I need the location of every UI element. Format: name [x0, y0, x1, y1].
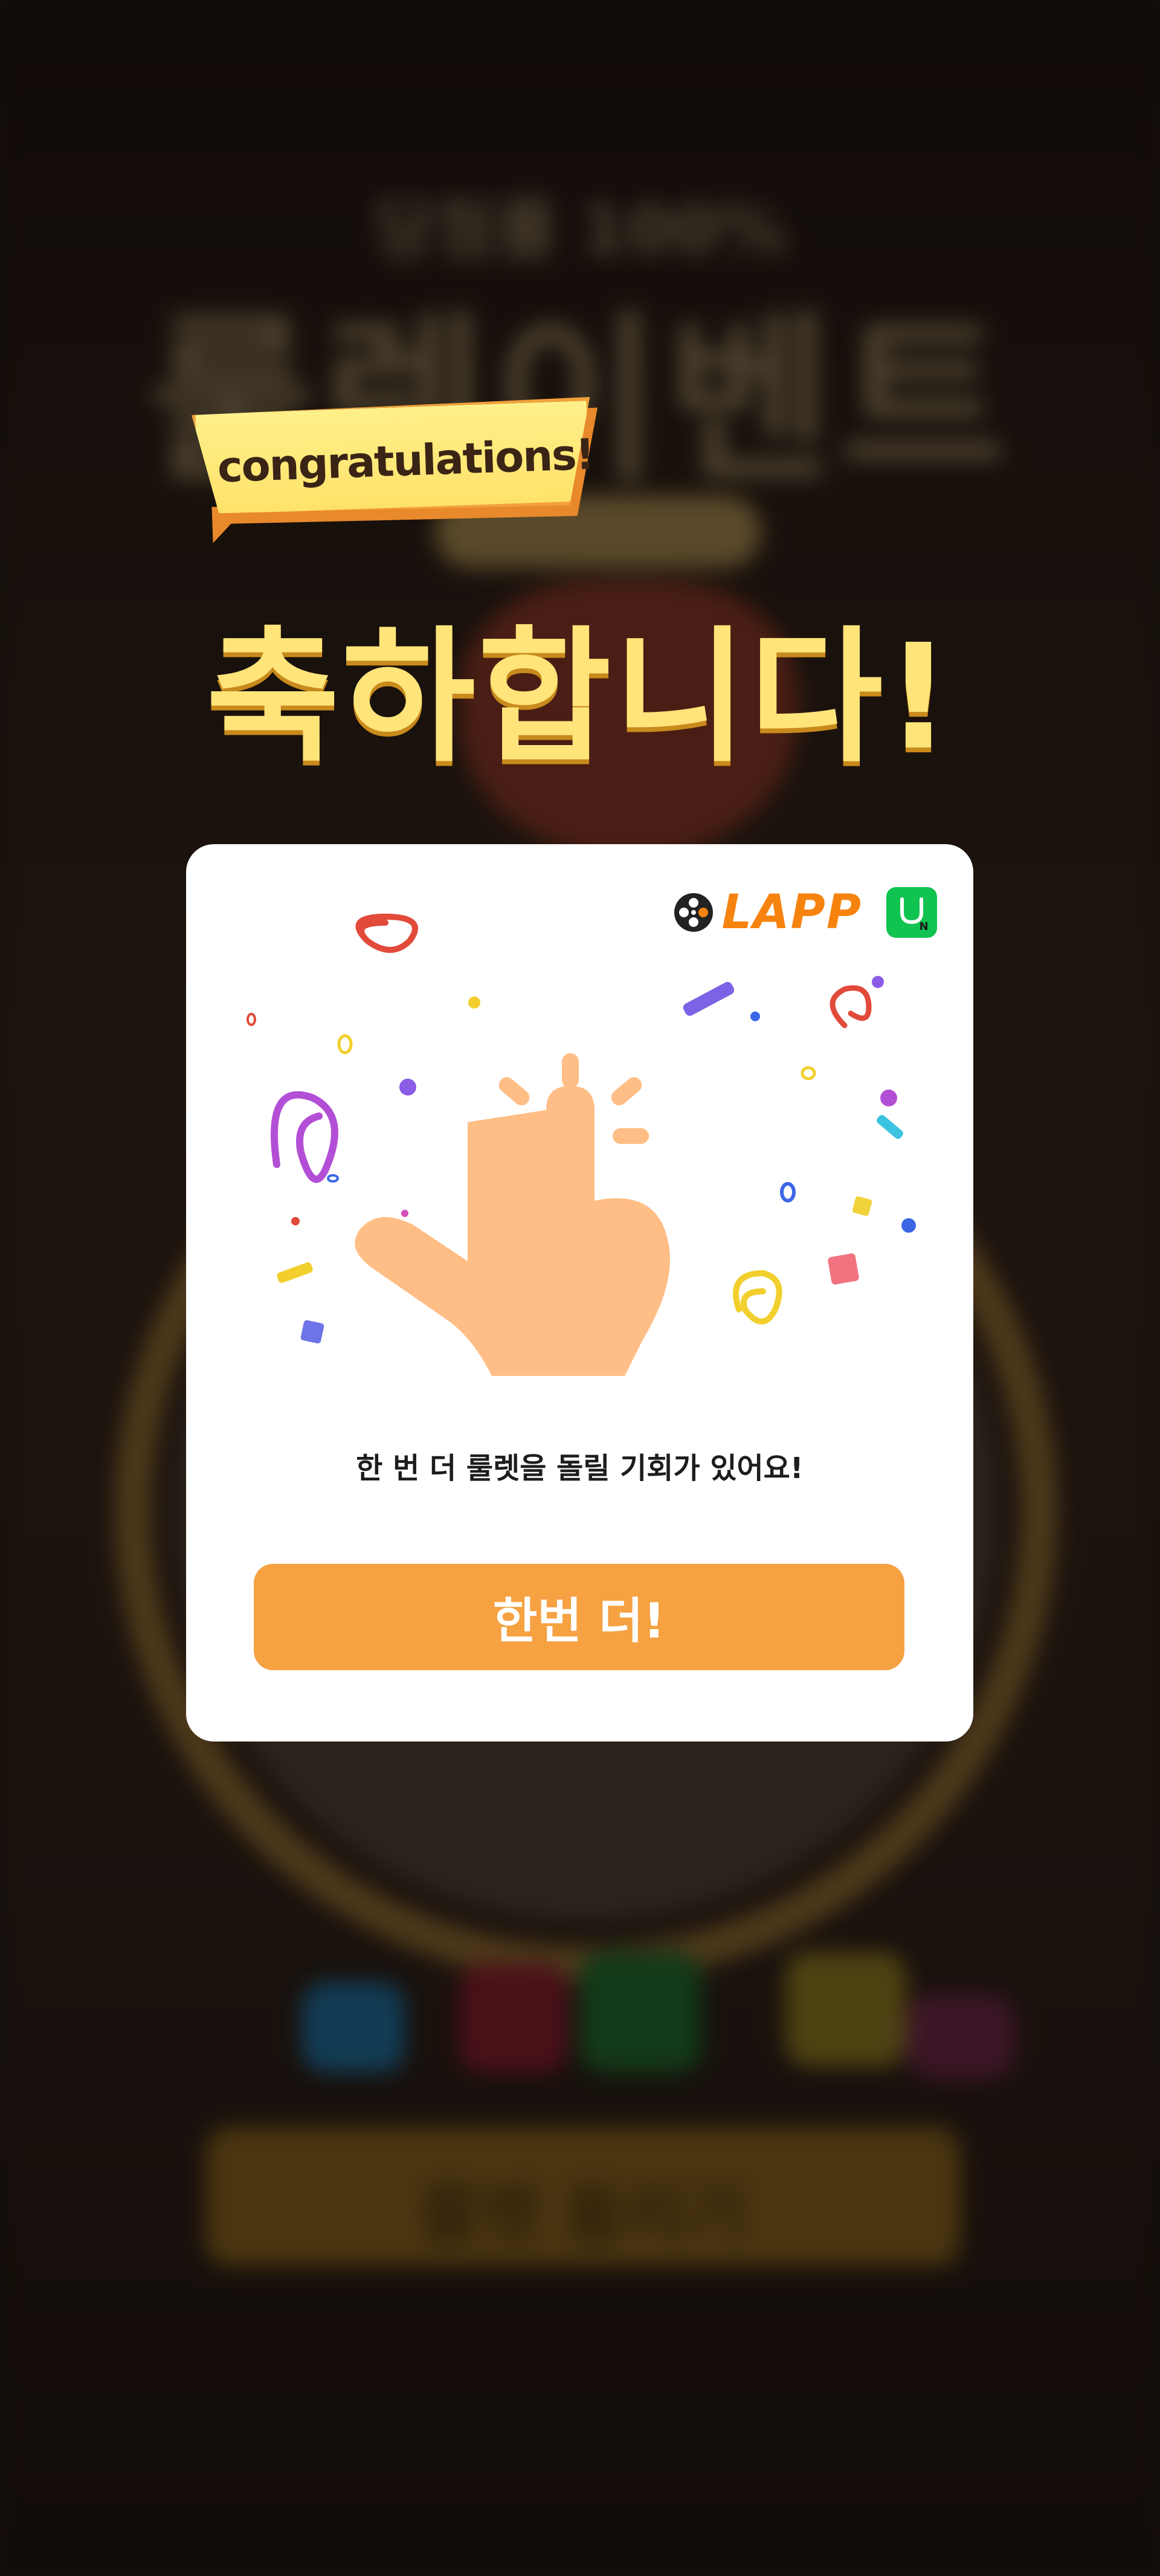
confetti-spiral-yellow: [733, 1270, 782, 1325]
confetti-ring-blue-left: [327, 1174, 339, 1183]
confetti-dot-pink: [401, 1210, 408, 1217]
confetti-dot-blue-small: [750, 1012, 760, 1021]
headline: 축하합니다!: [206, 613, 954, 782]
confetti-dot-purple-right: [880, 1089, 897, 1106]
confetti-ring-yellow-right: [801, 1066, 816, 1080]
bg-gift-blue: [302, 1982, 405, 2073]
confetti-purple-strip: [683, 981, 735, 1016]
confetti-spiral-purple: [271, 1091, 338, 1183]
spin-again-button[interactable]: 한번 더!: [254, 1564, 904, 1670]
confetti-dot-purple: [399, 1079, 416, 1096]
confetti-ring-yellow: [337, 1034, 353, 1054]
confetti-yellow-square: [852, 1196, 872, 1216]
confetti-ring-red: [246, 1013, 256, 1026]
tap-ray-far-right: [613, 1128, 649, 1144]
confetti-pink-cube: [828, 1253, 859, 1285]
confetti-dot-blue: [901, 1218, 916, 1233]
confetti-spiral-red-right: [830, 985, 872, 1028]
bg-gift-red: [459, 1964, 568, 2073]
confetti-dot-purple-top: [872, 976, 884, 988]
tap-ray-center: [562, 1053, 579, 1088]
retry-message: 한 번 더 룰렛을 돌릴 기회가 있어요!: [356, 1451, 804, 1485]
tap-ray-left: [498, 1077, 530, 1106]
bg-spin-button-label: 룰렛 돌리기: [418, 2176, 748, 2253]
confetti-blue-cube: [300, 1320, 324, 1344]
confetti-cyan-strip: [877, 1115, 903, 1139]
confetti-dot-red: [291, 1217, 300, 1225]
tap-finger-illustration: [246, 913, 916, 1376]
confetti-spiral-red: [355, 913, 418, 953]
bg-gift-green: [580, 1952, 701, 2073]
tap-ray-right: [611, 1077, 642, 1106]
confetti-dot-yellow: [468, 996, 480, 1009]
event-page: 당첨률 100% 룰렛이벤트 룰렛 돌리기 congratulations! 축…: [0, 0, 1160, 2576]
confetti-yellow-strip: [277, 1262, 313, 1283]
bg-gift-yellow: [785, 1952, 906, 2067]
bg-gift-pink: [906, 1994, 1015, 2079]
congratulations-ribbon: congratulations!: [192, 396, 606, 529]
confetti-ring-blue: [780, 1182, 796, 1202]
